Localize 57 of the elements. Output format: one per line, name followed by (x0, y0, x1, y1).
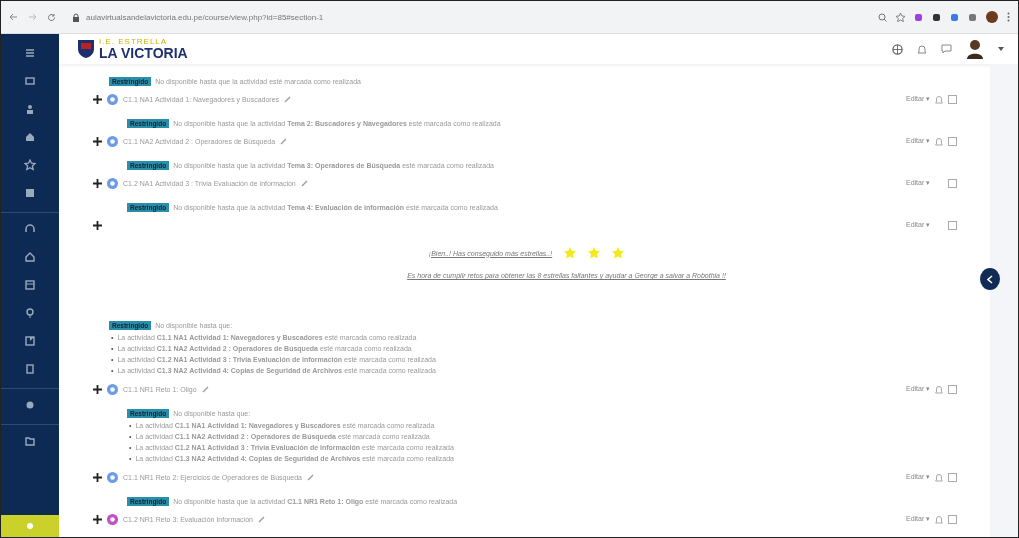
move-cross-icon[interactable] (93, 178, 102, 188)
pencil-icon[interactable] (201, 385, 209, 393)
bell-icon[interactable] (935, 384, 944, 394)
move-cross-icon[interactable] (93, 136, 102, 146)
move-cross-icon[interactable] (93, 94, 102, 104)
logo-subtitle: I.E. ESTRELLA (99, 38, 169, 46)
bell-icon[interactable] (935, 472, 944, 482)
completion-checkbox-icon[interactable] (948, 136, 958, 146)
headphones-icon (24, 223, 36, 235)
url-text: aulavirtualsandelavictoria.edu.pe/course/view.php?id=85#section-1 (86, 12, 324, 22)
shield-logo-icon (77, 39, 95, 59)
card-icon (24, 75, 36, 87)
folder-icon (24, 435, 36, 447)
location-pin-icon (24, 307, 36, 319)
bookmark-star-icon[interactable] (896, 12, 905, 22)
lock-icon (72, 12, 80, 22)
completion-checkbox-icon[interactable] (948, 220, 958, 230)
profile-icon[interactable] (986, 11, 998, 23)
pencil-icon[interactable] (307, 473, 314, 481)
bell-icon[interactable] (935, 136, 944, 146)
pencil-icon[interactable] (257, 515, 265, 523)
file-icon (24, 363, 36, 375)
caret-icon[interactable] (998, 47, 1004, 51)
star-icon (588, 247, 601, 259)
home-icon (24, 251, 36, 263)
move-cross-icon[interactable] (93, 384, 102, 394)
star-icon (612, 247, 625, 259)
back-icon[interactable] (9, 13, 18, 21)
logo-title: LA VICTORIA (99, 46, 188, 60)
bell-icon[interactable] (917, 43, 927, 55)
settings-tile-button[interactable] (1, 515, 59, 537)
star-icon (24, 159, 36, 171)
move-cross-icon[interactable] (93, 472, 102, 482)
zoom-icon[interactable] (878, 12, 887, 22)
drawer-toggle-button[interactable] (980, 268, 1000, 290)
globe-icon[interactable] (892, 43, 903, 55)
completion-checkbox-icon[interactable] (948, 94, 958, 104)
chat-icon[interactable] (941, 44, 952, 54)
completion-checkbox-icon[interactable] (948, 514, 958, 524)
move-cross-icon[interactable] (93, 220, 102, 230)
move-cross-icon[interactable] (93, 514, 102, 524)
pencil-icon[interactable] (280, 137, 288, 145)
person-icon (24, 103, 36, 115)
completion-checkbox-icon[interactable] (948, 384, 958, 394)
more-menu-icon[interactable] (1007, 12, 1010, 22)
completion-checkbox-icon[interactable] (948, 178, 958, 188)
completion-checkbox-icon[interactable] (948, 472, 958, 482)
chevron-left-icon (987, 274, 993, 284)
pencil-icon[interactable] (300, 179, 308, 187)
star-icon (564, 247, 577, 259)
reload-icon[interactable] (47, 12, 56, 22)
bell-icon[interactable] (935, 514, 944, 524)
menu-icon (24, 47, 36, 59)
avatar-silhouette-icon[interactable] (966, 39, 984, 59)
pencil-icon[interactable] (284, 95, 292, 103)
home-icon (24, 131, 36, 143)
bell-icon[interactable] (935, 94, 944, 104)
